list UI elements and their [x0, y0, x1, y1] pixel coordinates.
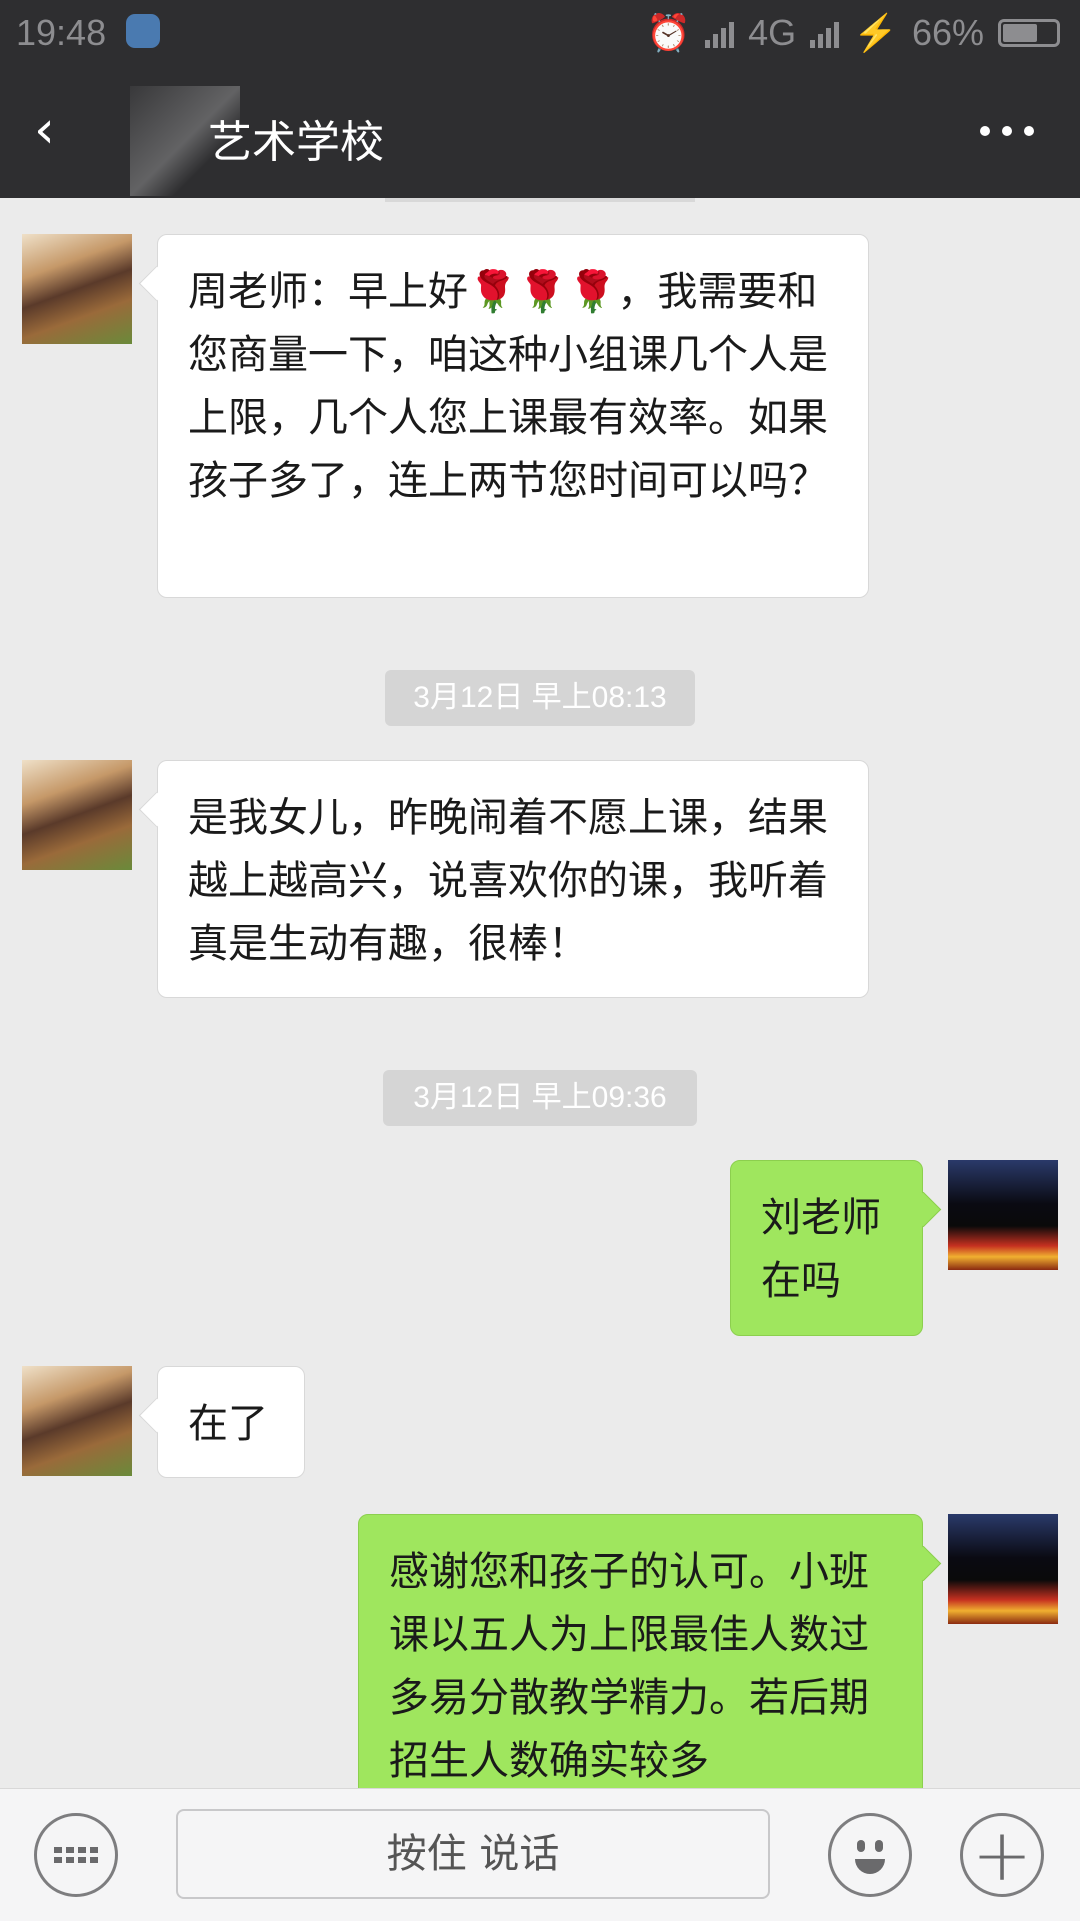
- avatar[interactable]: [948, 1514, 1058, 1624]
- message-text: 在了: [188, 1401, 268, 1447]
- hold-to-talk-button[interactable]: 按住 说话: [176, 1809, 770, 1899]
- message-bubble[interactable]: 是我女儿，昨晚闹着不愿上课，结果越上越高兴，说喜欢你的课，我听着真是生动有趣，很…: [157, 760, 869, 998]
- emoji-icon[interactable]: [828, 1813, 912, 1897]
- signal-icon: [705, 18, 735, 48]
- keyboard-icon[interactable]: [34, 1813, 118, 1897]
- notification-icon: [126, 14, 160, 48]
- chevron-left-icon[interactable]: ‹: [34, 104, 55, 156]
- message-bubble[interactable]: 在了: [157, 1366, 305, 1478]
- chat-title: 艺术学校: [208, 117, 384, 168]
- input-toolbar: 按住 说话 +: [0, 1788, 1080, 1921]
- avatar[interactable]: [22, 1366, 132, 1476]
- plus-icon[interactable]: +: [960, 1813, 1044, 1897]
- timestamp: 3月12日 早上08:13: [385, 670, 695, 726]
- charging-icon: ⚡: [853, 12, 898, 53]
- timestamp-text: 3月12日 早上09:36: [413, 1081, 667, 1114]
- message-text: 感谢您和孩子的认可。小班课以五人为上限最佳人数过多易分散教学精力。若后期招生人数…: [389, 1549, 869, 1784]
- message-text: 是我女儿，昨晚闹着不愿上课，结果越上越高兴，说喜欢你的课，我听着真是生动有趣，很…: [188, 795, 828, 967]
- status-time: 19:48: [16, 12, 107, 53]
- timestamp-fragment: [385, 198, 695, 202]
- status-right: ⏰ 4G ⚡ 66%: [646, 12, 1060, 54]
- alarm-icon: ⏰: [646, 12, 692, 53]
- battery-percent: 66%: [911, 12, 984, 53]
- chat-area[interactable]: 周老师：早上好🌹🌹🌹，我需要和您商量一下，咱这种小组课几个人是上限，几个人您上课…: [0, 198, 1080, 1788]
- nav-bar: ‹ 艺术学校: [0, 66, 1080, 198]
- avatar[interactable]: [948, 1160, 1058, 1270]
- message-text: 周老师：早上好🌹🌹🌹，我需要和您商量一下，咱这种小组课几个人是上限，几个人您上课…: [188, 269, 828, 504]
- avatar[interactable]: [22, 234, 132, 344]
- more-icon[interactable]: [980, 126, 1034, 136]
- signal-icon-2: [810, 18, 840, 48]
- status-bar: 19:48 ⏰ 4G ⚡ 66%: [0, 0, 1080, 66]
- avatar[interactable]: [22, 760, 132, 870]
- message-text: 刘老师在吗: [761, 1195, 881, 1304]
- battery-icon: [998, 19, 1060, 47]
- message-bubble[interactable]: 刘老师在吗: [730, 1160, 923, 1336]
- message-bubble[interactable]: 感谢您和孩子的认可。小班课以五人为上限最佳人数过多易分散教学精力。若后期招生人数…: [358, 1514, 923, 1788]
- timestamp: 3月12日 早上09:36: [383, 1070, 697, 1126]
- network-type: 4G: [748, 12, 797, 53]
- timestamp-text: 3月12日 早上08:13: [413, 681, 667, 714]
- message-bubble[interactable]: 周老师：早上好🌹🌹🌹，我需要和您商量一下，咱这种小组课几个人是上限，几个人您上课…: [157, 234, 869, 598]
